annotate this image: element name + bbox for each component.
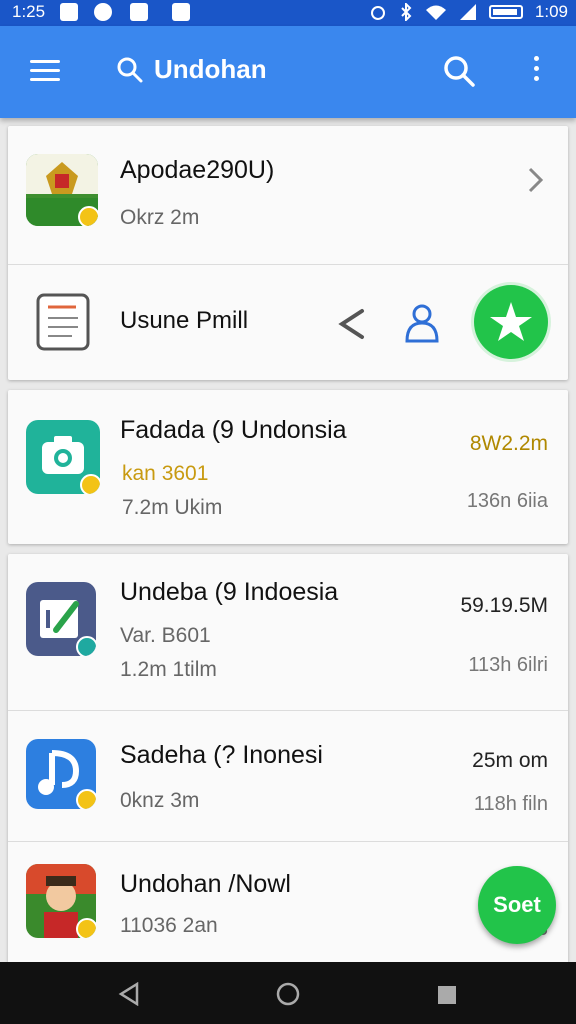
app-download-size: 59.19.5M	[460, 594, 548, 617]
update-badge	[76, 789, 96, 809]
more-options-icon[interactable]	[528, 56, 544, 86]
battery-icon	[488, 5, 523, 19]
app-version: kan 3601	[122, 462, 209, 485]
app-name: Undeba (9 Indoesia	[120, 578, 339, 606]
app-title-area: Undohan	[116, 54, 267, 85]
game-app-icon	[26, 864, 96, 938]
app-row[interactable]: Undeba (9 Indoesia Var. B601 1.2m 1tilm …	[8, 554, 568, 711]
recents-icon[interactable]	[436, 984, 458, 1006]
featured-app-meta: Okrz 2m	[120, 206, 200, 229]
back-icon[interactable]	[118, 982, 140, 1006]
document-icon	[36, 293, 90, 351]
fab-label: Soet	[493, 892, 541, 917]
app-bar: Undohan	[0, 26, 576, 118]
app-title: Undohan	[154, 54, 267, 84]
alarm-icon	[370, 6, 385, 20]
app-size-info: 1.2m 1tilm	[120, 658, 217, 681]
app-meta: 136n 6iia	[466, 490, 548, 512]
app-name: Fadada (9 Undonsia	[120, 416, 347, 444]
app-size-info: 11036 2an	[120, 914, 218, 937]
app-size-info: 0knz 3m	[120, 789, 200, 812]
featured-app-row[interactable]: Apodae290U) Okrz 2m	[8, 126, 568, 265]
edit-app-icon	[26, 582, 96, 656]
featured-card: Apodae290U) Okrz 2m Usune Pmill	[8, 126, 568, 380]
mail-icon	[60, 3, 78, 21]
navigation-bar	[0, 962, 576, 1024]
star-action-button[interactable]	[474, 285, 548, 359]
status-time: 1:25	[12, 2, 46, 21]
music-app-icon	[26, 739, 96, 809]
menu-icon[interactable]	[30, 60, 60, 82]
featured-action-label: Usune Pmill	[120, 307, 249, 334]
status-bar: 1:25 1:09	[0, 0, 576, 26]
image-icon	[130, 3, 148, 21]
share-icon[interactable]	[336, 307, 366, 341]
app-meta: 113h 6ilri	[468, 654, 548, 676]
app-name: Undohan /Nowl	[120, 870, 291, 898]
camera-app-icon	[26, 420, 100, 494]
status-right: 1:09	[369, 2, 568, 22]
app-download-size: 25m om	[472, 749, 548, 772]
search-icon	[117, 57, 143, 82]
wifi-icon	[425, 5, 446, 20]
home-icon[interactable]	[276, 982, 300, 1006]
app-name: Sadeha (? Inonesi	[120, 741, 323, 769]
update-badge	[76, 918, 96, 938]
search-button[interactable]	[442, 54, 476, 88]
app-download-size: 8W2.2m	[469, 432, 548, 455]
app-card[interactable]: Fadada (9 Undonsia kan 3601 7.2m Ukim 8W…	[8, 390, 568, 544]
featured-actions-row: Usune Pmill	[8, 265, 568, 380]
app-meta: 118h filn	[473, 793, 548, 815]
floating-action-button[interactable]: Soet	[478, 866, 556, 944]
app-version: Var. B601	[120, 624, 211, 647]
update-badge	[78, 206, 98, 226]
camera-icon	[172, 3, 190, 21]
bluetooth-icon	[401, 3, 412, 21]
chevron-right-icon[interactable]	[526, 166, 546, 194]
user-icon[interactable]	[402, 301, 442, 345]
featured-app-name: Apodae290U)	[120, 156, 275, 184]
update-badge	[80, 474, 100, 494]
app-row[interactable]: Sadeha (? Inonesi 0knz 3m 25m om 118h fi…	[8, 711, 568, 842]
star-icon	[490, 302, 532, 341]
status-clock: 1:09	[534, 2, 568, 21]
location-icon	[94, 3, 112, 21]
garuda-app-icon	[26, 154, 98, 226]
update-badge	[76, 636, 96, 656]
signal-icon	[459, 4, 476, 20]
app-size-info: 7.2m Ukim	[122, 496, 223, 519]
